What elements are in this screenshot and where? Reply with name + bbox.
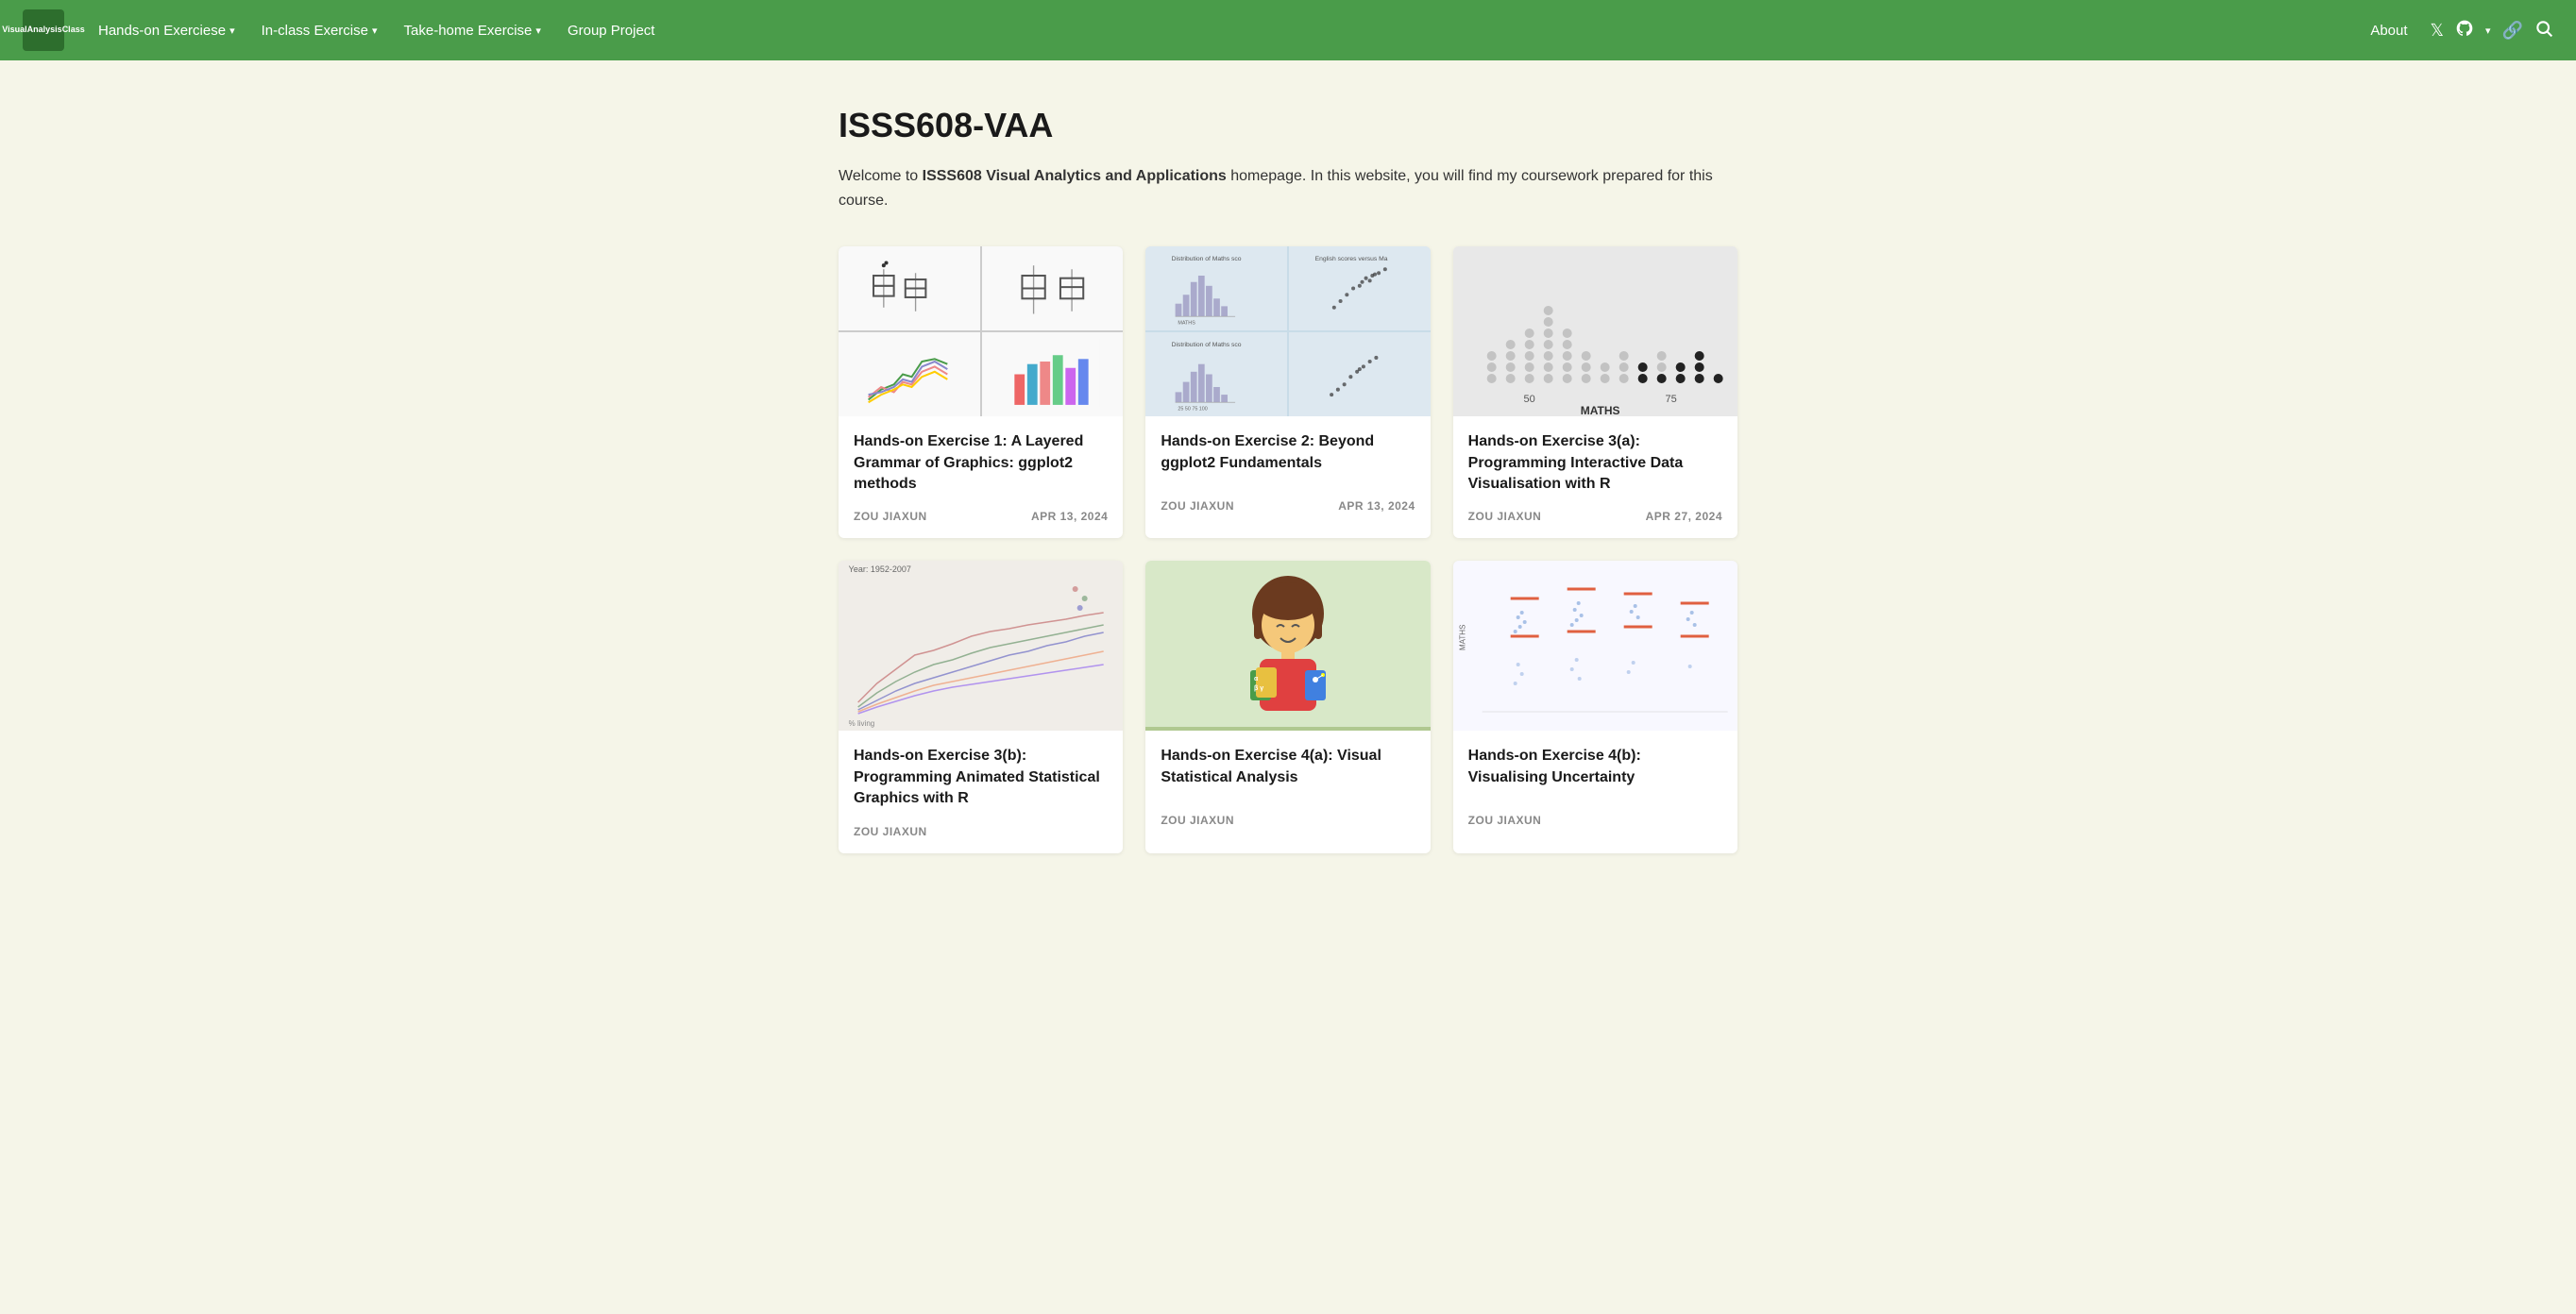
svg-text:% living: % living [849,719,875,728]
card-6-author: ZOU JIAXUN [1468,814,1542,827]
card-4-author: ZOU JIAXUN [854,825,927,838]
nav-links: Hands-on Exerciese ▾ In-class Exercise ▾… [87,15,2351,46]
nav-group-project[interactable]: Group Project [556,15,667,46]
card-4-body: Hands-on Exercise 3(b): Programming Anim… [839,731,1123,852]
chevron-down-icon: ▾ [372,25,378,37]
svg-text:25 50 75 100: 25 50 75 100 [1178,406,1208,412]
card-1-date: APR 13, 2024 [1031,510,1108,523]
card-1-title: Hands-on Exercise 1: A Layered Grammar o… [854,431,1108,495]
card-4[interactable]: Year: 1952-2007 % living Hands-on Exerci… [839,561,1123,852]
card-1-thumbnail [839,246,1123,416]
card-6-body: Hands-on Exercise 4(b): Visualising Unce… [1453,731,1737,842]
svg-text:β γ: β γ [1254,685,1263,692]
search-icon[interactable] [2534,19,2553,42]
card-5-thumbnail: α β γ [1145,561,1430,731]
chevron-down-icon: ▾ [229,25,235,37]
github-icon[interactable] [2455,19,2474,42]
chevron-down-icon: ▾ [535,25,541,37]
card-3-title: Hands-on Exercise 3(a): Programming Inte… [1468,431,1722,495]
card-6-title: Hands-on Exercise 4(b): Visualising Unce… [1468,746,1722,799]
card-grid: Hands-on Exercise 1: A Layered Grammar o… [839,246,1737,852]
svg-text:MATHS: MATHS [1178,320,1196,326]
card-6[interactable]: MATHS [1453,561,1737,852]
card-3[interactable]: 50 75 MATHS Hands-on Exercise 3(a): Prog… [1453,246,1737,538]
twitter-icon[interactable]: 𝕏 [2431,21,2445,41]
page-intro: Welcome to ISSS608 Visual Analytics and … [839,164,1737,212]
card-4-meta: ZOU JIAXUN [854,825,1108,838]
card-1[interactable]: Hands-on Exercise 1: A Layered Grammar o… [839,246,1123,538]
svg-text:Year: 1952-2007: Year: 1952-2007 [849,564,911,574]
card-2-author: ZOU JIAXUN [1161,499,1234,513]
card-2[interactable]: Distribution of Maths sco MATHS [1145,246,1430,538]
card-3-thumbnail: 50 75 MATHS [1453,246,1737,416]
svg-text:50: 50 [1523,394,1534,405]
card-5-title: Hands-on Exercise 4(a): Visual Statistic… [1161,746,1415,799]
svg-text:Distribution of Maths sco: Distribution of Maths sco [1172,342,1242,348]
svg-text:Distribution of Maths sco: Distribution of Maths sco [1172,256,1242,262]
about-link[interactable]: About [2359,15,2418,46]
card-5[interactable]: α β γ Hands-on Exercise 4(a): Visual Sta… [1145,561,1430,852]
page-title: ISSS608-VAA [839,106,1737,145]
card-1-body: Hands-on Exercise 1: A Layered Grammar o… [839,416,1123,538]
card-1-meta: ZOU JIAXUN APR 13, 2024 [854,510,1108,523]
nav-takehome[interactable]: Take-home Exercise ▾ [393,15,552,46]
card-4-title: Hands-on Exercise 3(b): Programming Anim… [854,746,1108,809]
card-2-date: APR 13, 2024 [1338,499,1415,513]
svg-text:MATHS: MATHS [1580,404,1619,416]
nav-right: About 𝕏 ▾ 🔗 [2359,15,2553,46]
card-2-meta: ZOU JIAXUN APR 13, 2024 [1161,499,1415,513]
nav-hands-on[interactable]: Hands-on Exerciese ▾ [87,15,246,46]
card-4-thumbnail: Year: 1952-2007 % living [839,561,1123,731]
card-3-body: Hands-on Exercise 3(a): Programming Inte… [1453,416,1737,538]
card-3-author: ZOU JIAXUN [1468,510,1542,523]
svg-text:MATHS: MATHS [1458,625,1466,650]
card-3-date: APR 27, 2024 [1646,510,1722,523]
card-6-meta: ZOU JIAXUN [1468,814,1722,827]
card-5-meta: ZOU JIAXUN [1161,814,1415,827]
card-6-thumbnail: MATHS [1453,561,1737,731]
link-icon[interactable]: 🔗 [2502,21,2523,41]
card-2-title: Hands-on Exercise 2: Beyond ggplot2 Fund… [1161,431,1415,484]
svg-text:75: 75 [1665,394,1676,405]
card-1-author: ZOU JIAXUN [854,510,927,523]
card-5-body: Hands-on Exercise 4(a): Visual Statistic… [1145,731,1430,842]
card-5-author: ZOU JIAXUN [1161,814,1234,827]
navbar: Visual Analysis Class Hands-on Exerciese… [0,0,2576,60]
card-3-meta: ZOU JIAXUN APR 27, 2024 [1468,510,1722,523]
github-chevron-icon[interactable]: ▾ [2485,25,2491,37]
card-2-body: Hands-on Exercise 2: Beyond ggplot2 Fund… [1145,416,1430,528]
main-content: ISSS608-VAA Welcome to ISSS608 Visual An… [816,60,1760,910]
card-2-thumbnail: Distribution of Maths sco MATHS [1145,246,1430,416]
svg-text:English scores versus Ma: English scores versus Ma [1315,256,1388,262]
nav-inclass[interactable]: In-class Exercise ▾ [250,15,389,46]
site-logo[interactable]: Visual Analysis Class [23,9,64,51]
svg-text:α: α [1254,676,1259,682]
